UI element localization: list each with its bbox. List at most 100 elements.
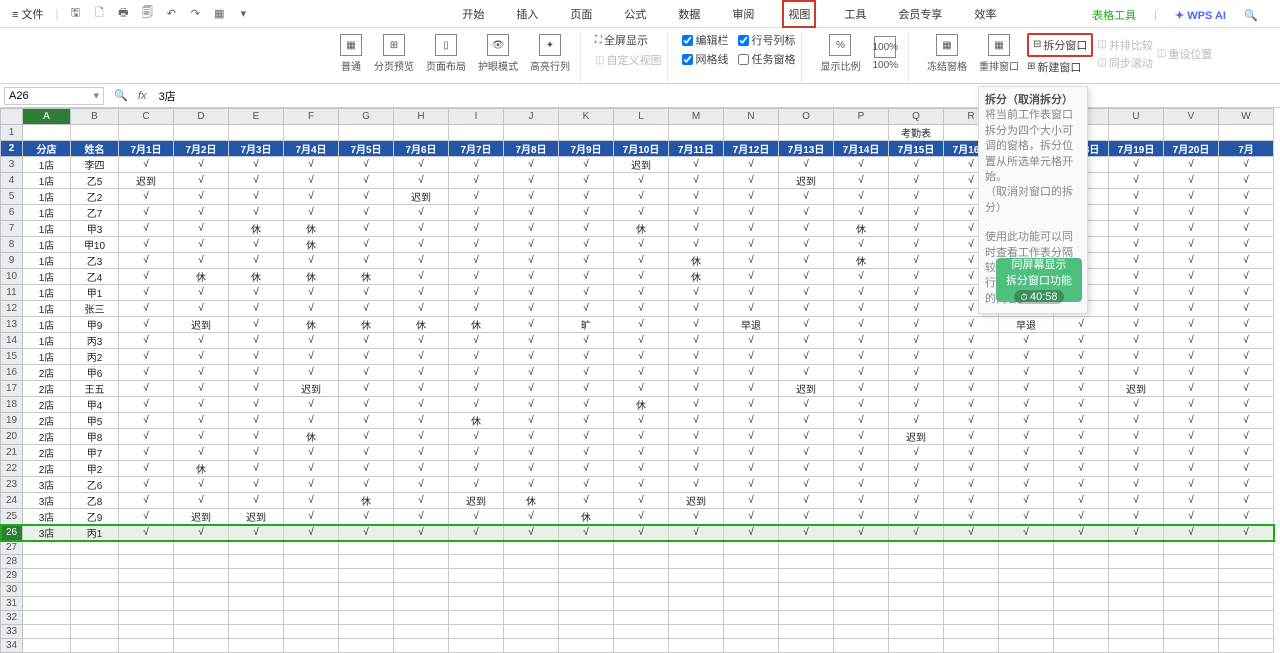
cell[interactable]: √ <box>779 253 834 269</box>
cell[interactable]: √ <box>339 397 394 413</box>
cell[interactable] <box>394 639 449 653</box>
cell[interactable] <box>229 639 284 653</box>
cell[interactable]: √ <box>1164 413 1219 429</box>
cell[interactable]: √ <box>1109 285 1164 301</box>
cell[interactable]: √ <box>889 349 944 365</box>
cell[interactable] <box>1164 611 1219 625</box>
cell[interactable] <box>779 597 834 611</box>
cell[interactable]: √ <box>394 397 449 413</box>
cell[interactable]: 迟到 <box>394 189 449 205</box>
cell[interactable] <box>71 541 119 555</box>
cell[interactable] <box>1219 569 1274 583</box>
row-header[interactable]: 32 <box>1 611 23 625</box>
cell[interactable] <box>1219 597 1274 611</box>
view-normal[interactable]: ▦普通 <box>336 32 366 75</box>
cell[interactable]: √ <box>284 349 339 365</box>
cell[interactable]: √ <box>119 461 174 477</box>
undo-icon[interactable]: ↶ <box>162 5 180 23</box>
cell[interactable]: √ <box>559 349 614 365</box>
cell[interactable]: √ <box>174 365 229 381</box>
cell[interactable] <box>23 555 71 569</box>
cell[interactable]: √ <box>1164 205 1219 221</box>
spreadsheet-grid[interactable]: ABCDEFGHIJKLMNOPQRSTUVW1考勤表2分店姓名7月1日7月2日… <box>0 108 1280 653</box>
cell[interactable] <box>23 625 71 639</box>
cell[interactable]: √ <box>284 365 339 381</box>
cell[interactable]: √ <box>724 445 779 461</box>
cell[interactable] <box>71 555 119 569</box>
cell[interactable] <box>394 611 449 625</box>
cell[interactable]: 1店 <box>23 205 71 221</box>
cell[interactable]: 甲5 <box>71 413 119 429</box>
cell[interactable]: √ <box>504 205 559 221</box>
cell[interactable]: 3店 <box>23 525 71 541</box>
cell[interactable]: √ <box>339 365 394 381</box>
cell[interactable]: √ <box>614 381 669 397</box>
cell[interactable]: √ <box>669 221 724 237</box>
cell[interactable] <box>449 583 504 597</box>
cell[interactable]: √ <box>174 157 229 173</box>
cell[interactable]: √ <box>944 397 999 413</box>
cell[interactable]: √ <box>174 301 229 317</box>
cell[interactable]: √ <box>779 269 834 285</box>
cell[interactable]: √ <box>1054 413 1109 429</box>
customview-btn[interactable]: ◫ 自定义视图 <box>595 52 661 68</box>
cell[interactable]: √ <box>229 365 284 381</box>
cell[interactable]: √ <box>1164 301 1219 317</box>
cell[interactable]: √ <box>229 349 284 365</box>
cell[interactable]: √ <box>1219 381 1274 397</box>
cell[interactable] <box>23 569 71 583</box>
cell[interactable]: √ <box>1219 173 1274 189</box>
preview-icon[interactable]: 🗐 <box>138 5 156 23</box>
cell[interactable]: √ <box>1164 173 1219 189</box>
cell[interactable] <box>339 541 394 555</box>
cell[interactable]: √ <box>834 173 889 189</box>
cell[interactable]: √ <box>339 509 394 525</box>
cell[interactable] <box>449 569 504 583</box>
cell[interactable]: 甲2 <box>71 461 119 477</box>
cell[interactable]: √ <box>944 445 999 461</box>
cell[interactable] <box>23 541 71 555</box>
cell[interactable]: √ <box>669 333 724 349</box>
cell[interactable] <box>944 555 999 569</box>
cell[interactable]: √ <box>1109 157 1164 173</box>
cell[interactable]: 3店 <box>23 477 71 493</box>
cell[interactable]: √ <box>834 413 889 429</box>
cell[interactable]: √ <box>724 333 779 349</box>
cell[interactable] <box>889 583 944 597</box>
cell[interactable]: √ <box>1164 253 1219 269</box>
cell[interactable]: √ <box>394 365 449 381</box>
cell[interactable]: √ <box>614 189 669 205</box>
cell[interactable] <box>174 639 229 653</box>
cell[interactable] <box>71 625 119 639</box>
cell[interactable]: √ <box>339 333 394 349</box>
cell[interactable] <box>1109 583 1164 597</box>
col-header[interactable]: J <box>504 109 559 125</box>
cell[interactable]: √ <box>229 205 284 221</box>
cell[interactable]: 迟到 <box>669 493 724 509</box>
cell[interactable]: √ <box>1054 477 1109 493</box>
cell[interactable]: √ <box>779 365 834 381</box>
cell[interactable] <box>119 555 174 569</box>
cell[interactable]: 2店 <box>23 445 71 461</box>
cell[interactable] <box>834 583 889 597</box>
cell[interactable]: √ <box>944 525 999 541</box>
cell[interactable]: √ <box>779 397 834 413</box>
col-header[interactable]: C <box>119 109 174 125</box>
col-header[interactable]: M <box>669 109 724 125</box>
cell[interactable]: √ <box>339 285 394 301</box>
cell[interactable]: 休 <box>669 253 724 269</box>
cell[interactable]: √ <box>1109 493 1164 509</box>
cell[interactable]: √ <box>889 253 944 269</box>
cell[interactable]: √ <box>724 285 779 301</box>
tab-data[interactable]: 数据 <box>674 2 704 26</box>
cell[interactable]: √ <box>1109 253 1164 269</box>
cell[interactable]: √ <box>174 285 229 301</box>
cell[interactable] <box>999 541 1054 555</box>
cell[interactable]: √ <box>119 301 174 317</box>
cell[interactable]: 休 <box>229 221 284 237</box>
cell[interactable]: √ <box>394 525 449 541</box>
cell[interactable]: √ <box>394 253 449 269</box>
cell[interactable]: √ <box>1219 525 1274 541</box>
row-header[interactable]: 29 <box>1 569 23 583</box>
cell[interactable]: √ <box>119 445 174 461</box>
